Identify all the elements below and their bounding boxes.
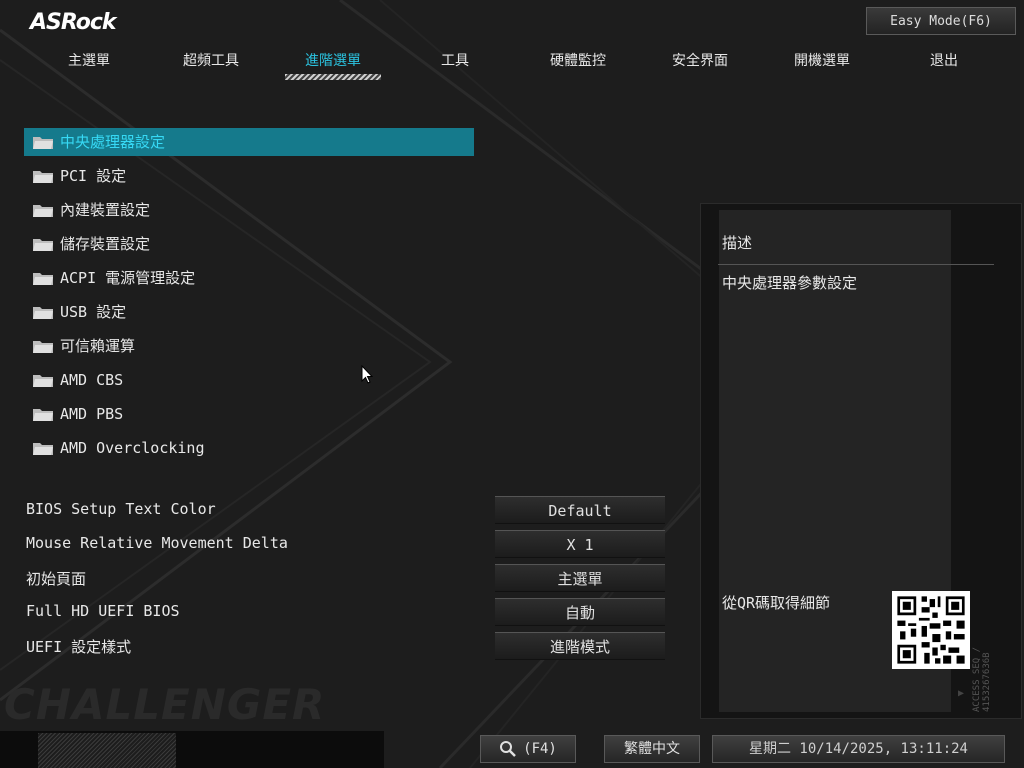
access-seq-text: ACCESS SEQ / 4153267636B — [972, 646, 992, 712]
asrock-logo: ASRock — [30, 10, 117, 35]
submenu-amd-cbs[interactable]: AMD CBS — [24, 366, 474, 394]
full-hd-select[interactable]: 自動 — [495, 598, 665, 626]
tab-exit[interactable]: 退出 — [883, 50, 1005, 70]
challenger-watermark: CHALLENGER — [4, 680, 326, 729]
setting-row-setup-style: UEFI 設定樣式 進階模式 — [26, 632, 666, 660]
submenu-label: AMD Overclocking — [60, 439, 205, 457]
folder-icon — [33, 205, 53, 217]
submenu-pci-configuration[interactable]: PCI 設定 — [24, 162, 474, 190]
tab-main[interactable]: 主選單 — [28, 50, 150, 70]
submenu-label: USB 設定 — [60, 303, 127, 321]
submenu-label: 內建裝置設定 — [60, 201, 151, 219]
scroll-arrow-icon[interactable]: ▶ — [958, 688, 964, 699]
submenu-acpi-configuration[interactable]: ACPI 電源管理設定 — [24, 264, 474, 292]
folder-icon — [33, 307, 53, 319]
search-icon — [500, 741, 517, 757]
folder-icon — [33, 443, 53, 455]
setup-style-select[interactable]: 進階模式 — [495, 632, 665, 660]
setting-label: Mouse Relative Movement Delta — [26, 534, 288, 552]
folder-icon — [33, 171, 53, 183]
folder-icon — [33, 239, 53, 251]
description-title: 描述 — [722, 234, 753, 252]
setting-label: BIOS Setup Text Color — [26, 500, 216, 518]
submenu-label: AMD PBS — [60, 405, 124, 423]
search-button[interactable]: (F4) — [480, 735, 576, 763]
folder-icon — [33, 341, 53, 353]
language-button[interactable]: 繁體中文 — [604, 735, 700, 763]
folder-icon — [33, 273, 53, 285]
folder-icon — [33, 409, 53, 421]
boot-page-select[interactable]: 主選單 — [495, 564, 665, 592]
setting-row-text-color: BIOS Setup Text Color Default — [26, 496, 666, 524]
setting-label: UEFI 設定樣式 — [26, 638, 132, 656]
tab-boot[interactable]: 開機選單 — [761, 50, 883, 70]
qr-code-icon — [892, 591, 970, 669]
setting-row-mouse-delta: Mouse Relative Movement Delta X 1 — [26, 530, 666, 558]
setting-label: 初始頁面 — [26, 570, 87, 588]
settings-list: BIOS Setup Text Color Default Mouse Rela… — [26, 496, 666, 666]
submenu-label: 儲存裝置設定 — [60, 235, 151, 253]
submenu-label: 中央處理器設定 — [60, 133, 166, 151]
top-menu: 主選單 超頻工具 進階選單 工具 硬體監控 安全界面 開機選單 退出 — [0, 50, 1024, 72]
submenu-label: ACPI 電源管理設定 — [60, 269, 196, 287]
active-tab-underline — [285, 74, 381, 80]
tab-advanced[interactable]: 進階選單 — [272, 50, 394, 70]
submenu-list: 中央處理器設定 PCI 設定 內建裝置設定 儲存裝置設定 ACPI 電源管理設定… — [24, 128, 474, 468]
submenu-cpu-configuration[interactable]: 中央處理器設定 — [24, 128, 474, 156]
submenu-trusted-computing[interactable]: 可信賴運算 — [24, 332, 474, 360]
description-text: 中央處理器參數設定 — [722, 274, 858, 292]
submenu-usb-configuration[interactable]: USB 設定 — [24, 298, 474, 326]
submenu-amd-pbs[interactable]: AMD PBS — [24, 400, 474, 428]
mouse-delta-select[interactable]: X 1 — [495, 530, 665, 558]
date-time-display: 星期二 10/14/2025, 13:11:24 — [712, 735, 1005, 763]
tab-oc-tweaker[interactable]: 超頻工具 — [150, 50, 272, 70]
tab-hardware-monitor[interactable]: 硬體監控 — [517, 50, 639, 70]
mouse-cursor-icon — [361, 365, 373, 384]
submenu-label: 可信賴運算 — [60, 337, 136, 355]
tab-tool[interactable]: 工具 — [394, 50, 516, 70]
submenu-label: PCI 設定 — [60, 167, 127, 185]
tab-security[interactable]: 安全界面 — [639, 50, 761, 70]
text-color-select[interactable]: Default — [495, 496, 665, 524]
bottom-hatch-decoration — [38, 733, 176, 768]
description-divider — [718, 264, 994, 265]
setting-label: Full HD UEFI BIOS — [26, 602, 180, 620]
search-shortcut-label: (F4) — [523, 741, 557, 757]
setting-row-full-hd: Full HD UEFI BIOS 自動 — [26, 598, 666, 626]
submenu-onboard-devices[interactable]: 內建裝置設定 — [24, 196, 474, 224]
easy-mode-button[interactable]: Easy Mode(F6) — [866, 7, 1016, 35]
setting-row-boot-page: 初始頁面 主選單 — [26, 564, 666, 592]
qr-label: 從QR碼取得細節 — [722, 594, 831, 612]
folder-icon — [33, 375, 53, 387]
submenu-amd-overclocking[interactable]: AMD Overclocking — [24, 434, 474, 462]
submenu-storage-configuration[interactable]: 儲存裝置設定 — [24, 230, 474, 258]
submenu-label: AMD CBS — [60, 371, 124, 389]
folder-icon — [33, 137, 53, 149]
